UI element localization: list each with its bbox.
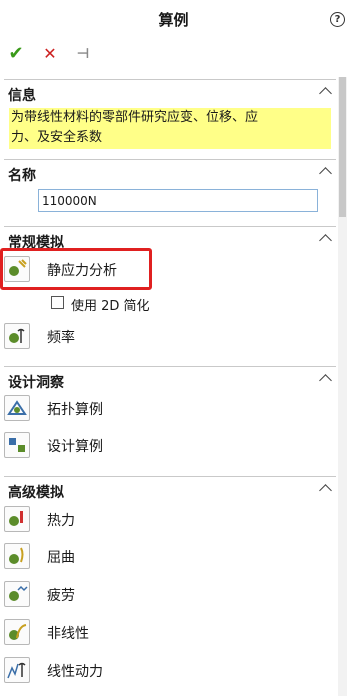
study-name-input[interactable] — [38, 189, 318, 212]
name-header[interactable]: 名称 — [4, 160, 336, 184]
study-static-label: 静应力分析 — [47, 263, 117, 279]
info-description: 为带线性材料的零部件研究应变、位移、应 力、及安全系数 — [9, 108, 331, 149]
use-2d-label: 使用 2D 简化 — [71, 299, 150, 314]
study-linear-dynamic-label: 线性动力 — [47, 664, 103, 680]
study-nonlinear-label: 非线性 — [47, 626, 89, 642]
name-title: 名称 — [8, 168, 36, 184]
collapse-chevron-icon[interactable] — [319, 167, 332, 180]
study-fatigue-label: 疲劳 — [47, 588, 75, 604]
name-group: 名称 — [4, 159, 336, 220]
study-topology-label: 拓扑算例 — [47, 402, 103, 418]
advanced-header[interactable]: 高级模拟 — [4, 477, 336, 501]
study-buckling-label: 屈曲 — [47, 550, 75, 566]
info-text-line2: 力、及安全系数 — [11, 130, 103, 145]
study-thermal-label: 热力 — [47, 513, 75, 529]
use-2d-checkbox[interactable] — [51, 296, 64, 309]
static-analysis-icon — [4, 256, 30, 282]
help-icon[interactable]: ? — [330, 12, 345, 27]
collapse-chevron-icon[interactable] — [319, 374, 332, 387]
design-title: 设计洞察 — [8, 375, 64, 391]
info-text-line1: 为带线性材料的零部件研究应变、位移、应 — [11, 110, 259, 125]
study-design-label: 设计算例 — [47, 439, 103, 455]
fatigue-icon — [4, 581, 30, 607]
toolbar: ✔ ✕ ⊣ — [0, 42, 347, 66]
collapse-chevron-icon[interactable] — [319, 234, 332, 247]
study-frequency-label: 频率 — [47, 330, 75, 346]
nonlinear-icon — [4, 619, 30, 645]
frequency-icon — [4, 323, 30, 349]
linear-dynamic-icon — [4, 657, 30, 683]
buckling-icon — [4, 543, 30, 569]
topology-icon — [4, 395, 30, 421]
info-header[interactable]: 信息 — [4, 80, 336, 104]
ok-button[interactable]: ✔ — [6, 44, 26, 64]
pin-button[interactable]: ⊣ — [73, 44, 93, 64]
design-study-icon — [4, 432, 30, 458]
design-header[interactable]: 设计洞察 — [4, 367, 336, 391]
advanced-title: 高级模拟 — [8, 485, 64, 501]
panel-title: 算例 — [158, 11, 189, 29]
cancel-button[interactable]: ✕ — [40, 44, 60, 64]
scrollbar[interactable] — [338, 77, 347, 696]
info-title: 信息 — [8, 88, 36, 104]
collapse-chevron-icon[interactable] — [319, 484, 332, 497]
scroll-thumb[interactable] — [339, 77, 346, 217]
info-group: 信息 为带线性材料的零部件研究应变、位移、应 力、及安全系数 — [4, 79, 336, 156]
collapse-chevron-icon[interactable] — [319, 87, 332, 100]
thermal-icon — [4, 506, 30, 532]
